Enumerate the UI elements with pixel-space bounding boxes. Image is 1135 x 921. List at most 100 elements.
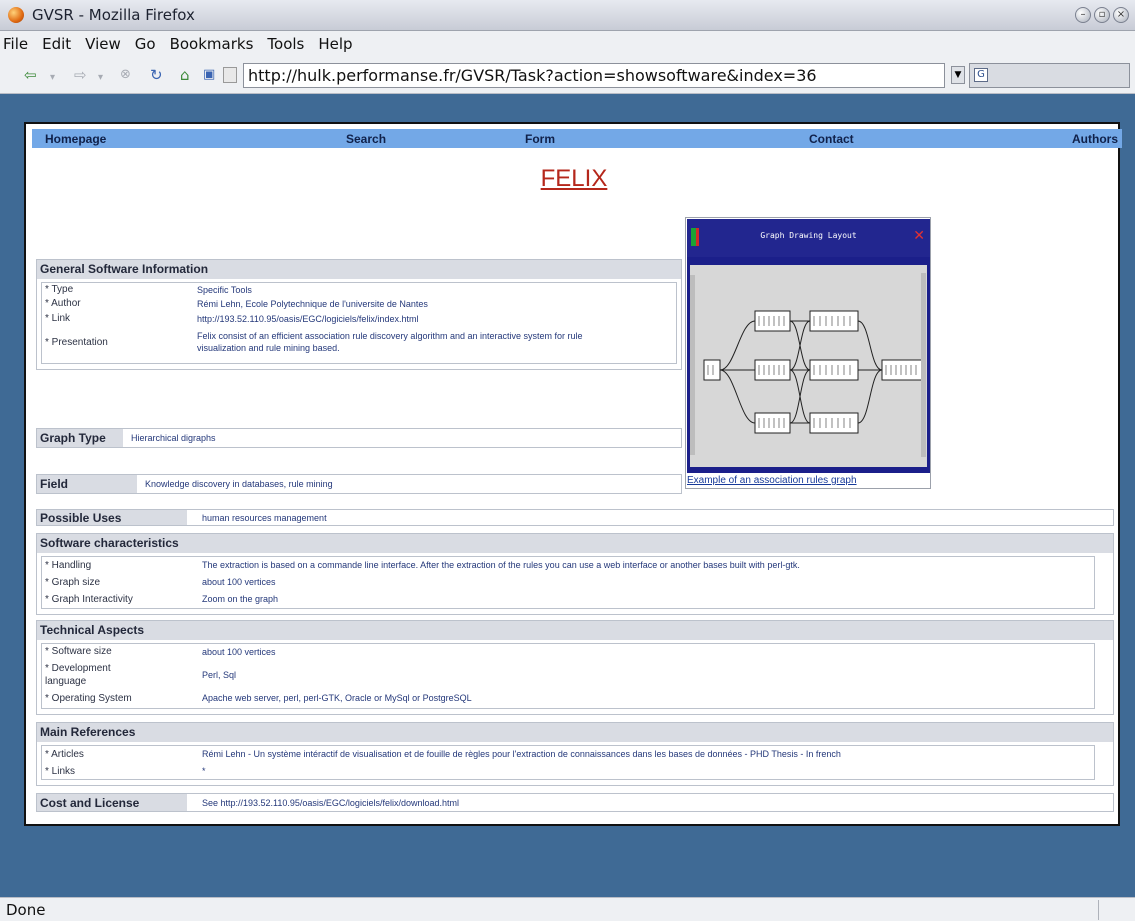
menu-go[interactable]: Go [135,35,156,53]
cost-license-value: See http://193.52.110.95/oasis/EGC/logic… [202,797,459,808]
window-titlebar: GVSR - Mozilla Firefox – ▫ × [0,0,1135,31]
info-row: * Graph Interactivity Zoom on the graph [42,591,1094,608]
info-row: * Handling The extraction is based on a … [42,557,1094,574]
reload-icon[interactable]: ↻ [150,67,163,83]
cost-license-section: Cost and License See http://193.52.110.9… [36,793,1114,812]
row-value: Specific Tools [197,285,252,295]
navigation-toolbar: ⇦ ▾ ⇨ ▾ ⊗ ↻ ⌂ ▣ http://hulk.performanse.… [0,57,1135,94]
row-key: * Operating System [45,693,132,704]
row-value: Perl, Sql [202,670,237,680]
window-right-icon: ✕ [913,228,925,244]
back-dropdown-icon[interactable]: ▾ [50,70,55,86]
row-key: * Software size [45,646,112,657]
url-dropdown-icon[interactable]: ▼ [951,66,965,84]
field-section: Field Knowledge discovery in databases, … [36,474,682,494]
row-value: about 100 vertices [202,647,276,657]
row-value: Apache web server, perl, perl-GTK, Oracl… [202,693,472,703]
window-title: GVSR - Mozilla Firefox [32,6,195,24]
search-engine-icon[interactable]: G [974,68,988,82]
row-key: * Link [45,313,71,324]
stop-icon[interactable]: ⊗ [120,67,131,83]
page-content: Homepage Search Form Contact Authors FEL… [24,122,1122,826]
graph-type-value: Hierarchical digraphs [131,433,216,443]
info-row: * Graph size about 100 vertices [42,574,1094,591]
bookmark-icon[interactable]: ▣ [203,67,215,83]
firefox-icon [8,7,24,23]
row-value: The extraction is based on a commande li… [202,560,800,570]
row-key: * Presentation [45,336,108,348]
maximize-icon[interactable]: ▫ [1094,7,1110,23]
screenshot-header: Graph Drawing Layout ✕ [687,219,930,257]
row-value: Felix consist of an efficient associatio… [197,331,583,353]
general-info-table: * Type Specific Tools * Author Rémi Lehn… [41,282,677,364]
info-row: * Presentation Felix consist of an effic… [42,327,676,357]
info-row: * Type Specific Tools [42,283,676,297]
possible-uses-value: human resources management [202,512,327,523]
possible-uses-label: Possible Uses [37,510,187,525]
forward-dropdown-icon[interactable]: ▾ [98,70,103,86]
row-value: Rémi Lehn, Ecole Polytechnique de l'univ… [197,299,428,309]
row-key: * Development language [45,663,111,687]
figure-caption[interactable]: Example of an association rules graph [687,475,857,486]
info-row: * Operating System Apache web server, pe… [42,690,1094,707]
screenshot-title: Graph Drawing Layout [760,231,857,240]
status-bar: Done [0,897,1135,921]
technical-aspects-table: * Software size about 100 vertices * Dev… [41,643,1095,709]
graph-type-section: Graph Type Hierarchical digraphs [36,428,682,448]
info-row: * Link http://193.52.110.95/oasis/EGC/lo… [42,311,676,327]
nav-search[interactable]: Search [346,132,386,146]
nav-authors[interactable]: Authors [1072,132,1118,146]
general-info-heading: General Software Information [37,260,681,279]
search-box[interactable]: G [969,63,1130,88]
minimize-icon[interactable]: – [1075,7,1091,23]
menu-edit[interactable]: Edit [42,35,71,53]
status-divider [1098,900,1099,920]
menu-file[interactable]: File [3,35,28,53]
close-icon[interactable]: × [1113,7,1129,23]
row-value: http://193.52.110.95/oasis/EGC/logiciels… [197,314,419,324]
row-key: * Type [45,284,74,295]
row-key: * Graph Interactivity [45,594,133,605]
row-key: * Links [45,766,76,777]
window-controls: – ▫ × [1075,7,1129,23]
field-value: Knowledge discovery in databases, rule m… [145,479,333,489]
info-row: * Articles Rémi Lehn - Un système intéra… [42,746,1094,763]
nav-contact[interactable]: Contact [809,132,854,146]
graph-canvas [690,265,927,467]
possible-uses-section: Possible Uses human resources management [36,509,1114,526]
software-characteristics-table: * Handling The extraction is based on a … [41,556,1095,609]
row-key: * Graph size [45,577,101,588]
menu-view[interactable]: View [85,35,121,53]
graph-type-label: Graph Type [37,429,123,447]
menu-help[interactable]: Help [318,35,352,53]
main-references-heading: Main References [37,723,1113,742]
row-key: * Articles [45,749,84,760]
row-value: about 100 vertices [202,577,276,587]
row-value: Zoom on the graph [202,594,279,604]
menu-tools[interactable]: Tools [267,35,304,53]
nav-form[interactable]: Form [525,132,555,146]
menu-bar: File Edit View Go Bookmarks Tools Help [0,31,1135,57]
main-references-section: Main References * Articles Rémi Lehn - U… [36,722,1114,786]
row-key: * Handling [45,560,92,571]
back-arrow-icon[interactable]: ⇦ [24,67,37,83]
site-nav: Homepage Search Form Contact Authors [32,129,1122,148]
graph-screenshot[interactable]: Graph Drawing Layout ✕ [687,219,930,473]
info-row: * Links * [42,763,1094,780]
nav-homepage[interactable]: Homepage [45,132,106,146]
software-characteristics-section: Software characteristics * Handling The … [36,533,1114,615]
url-input[interactable]: http://hulk.performanse.fr/GVSR/Task?act… [243,63,945,88]
menu-bookmarks[interactable]: Bookmarks [170,35,254,53]
cost-license-label: Cost and License [37,794,187,811]
row-value: * [202,766,206,776]
info-row: * Development language Perl, Sql [42,660,1094,690]
general-info-section: General Software Information * Type Spec… [36,259,682,370]
info-row: * Software size about 100 vertices [42,644,1094,660]
home-icon[interactable]: ⌂ [180,67,190,83]
main-references-table: * Articles Rémi Lehn - Un système intéra… [41,745,1095,780]
status-text: Done [6,901,46,919]
forward-arrow-icon[interactable]: ⇨ [74,67,87,83]
association-graph [690,273,926,457]
row-key: * Author [45,298,81,309]
page-title[interactable]: FELIX [26,165,1122,193]
